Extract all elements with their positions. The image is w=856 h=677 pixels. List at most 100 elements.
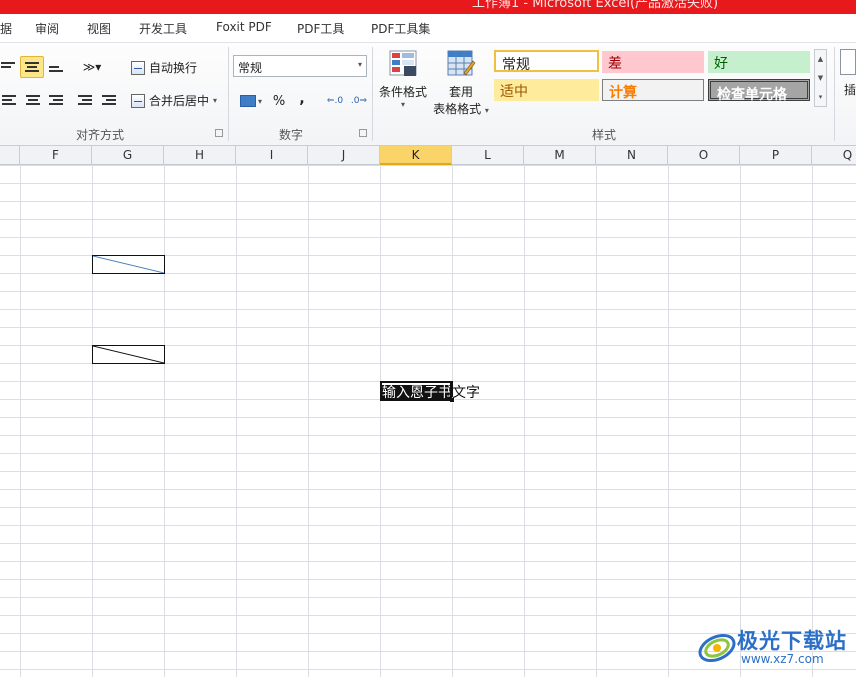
cell-text[interactable]: 输入恩子书文字 [382,382,480,402]
text-orientation-icon: ≫▾ [82,60,102,74]
alignment-group-label: 对齐方式 [76,128,125,142]
column-header-f[interactable]: F [20,146,92,165]
increase-indent-icon [102,95,116,105]
column-header-h[interactable]: H [164,146,236,165]
insert-label: 插 [843,83,856,97]
style-check-cell-label: 检查单元格 [717,87,787,103]
title-bar: 工作簿1 - Microsoft Excel(产品激活失败) [0,0,856,14]
column-header-n[interactable]: N [596,146,668,165]
column-header-q[interactable]: Q [812,146,856,165]
group-divider [834,47,835,141]
increase-indent-button[interactable] [100,90,118,110]
style-good[interactable]: 好 [708,51,810,73]
conditional-format-button[interactable]: 条件格式 ▾ [376,49,430,109]
tab-review[interactable]: 审阅 [35,20,59,37]
number-launcher-icon[interactable] [359,129,367,137]
tab-developer[interactable]: 开发工具 [139,20,187,37]
number-format-select[interactable]: 常规 ▾ [233,55,367,77]
window-title: 工作簿1 - Microsoft Excel(产品激活失败) [472,0,719,11]
decrease-decimal-button[interactable]: .0⇒ [348,91,370,111]
wrap-text-label: 自动换行 [149,61,198,75]
column-header-m[interactable]: M [524,146,596,165]
style-bad[interactable]: 差 [602,51,704,73]
style-bad-label: 差 [608,56,622,72]
percent-button[interactable]: % [270,91,288,111]
align-left-icon [2,95,16,105]
increase-decimal-button[interactable]: ⇐.0 [324,91,346,111]
tab-view[interactable]: 视图 [87,20,111,37]
tab-data[interactable]: 据 [0,20,12,37]
alignment-launcher-icon[interactable] [215,129,223,137]
diagonal-line-icon [92,345,165,364]
align-middle-icon [25,62,39,72]
align-top-button[interactable] [0,57,16,77]
table-format-label-2: 表格格式 [433,102,482,116]
watermark-title: 极光下载站 [737,629,847,653]
wrap-text-icon [131,60,145,75]
style-gallery-scroll[interactable]: ▲ ▼ ▾ [814,49,827,107]
chevron-down-icon: ▾ [213,96,218,105]
column-header-j[interactable]: J [308,146,380,165]
align-left-button[interactable] [0,90,18,110]
group-divider [372,47,373,141]
worksheet-grid[interactable] [0,165,856,677]
ribbon: ≫▾ 自动换行 合并后居中 ▾ 对齐方式 常规 ▾ ▾ % , ⇐.0 .0⇒ … [0,43,856,146]
format-as-table-button[interactable]: 套用 表格格式 ▾ [432,49,490,117]
column-header-g[interactable]: G [92,146,164,165]
diagonal-cell-blue[interactable] [92,255,165,274]
chevron-down-icon: ▾ [357,60,362,69]
tab-foxit-pdf[interactable]: Foxit PDF [216,20,272,34]
more-icon[interactable]: ▾ [819,93,823,101]
column-header-l[interactable]: L [452,146,524,165]
align-center-icon [26,95,40,105]
watermark: 极光下载站 www.xz7.com [697,622,853,674]
decrease-decimal-icon: .0⇒ [350,96,368,106]
align-top-icon [1,62,15,72]
insert-cells-icon [840,49,856,75]
scroll-down-icon[interactable]: ▼ [818,74,823,82]
style-normal-label: 常规 [502,57,530,73]
column-header-p[interactable]: P [740,146,812,165]
diagonal-cell-black[interactable] [92,345,165,364]
merge-center-button[interactable]: 合并后居中 ▾ [131,92,217,109]
column-header-k[interactable]: K [380,146,452,165]
watermark-url: www.xz7.com [741,652,824,666]
insert-button[interactable]: 插 [840,49,856,98]
style-neutral-label: 适中 [500,84,528,100]
align-bottom-button[interactable] [47,57,65,77]
ribbon-tabs: 据 审阅 视图 开发工具 Foxit PDF PDF工具 PDF工具集 [0,14,856,43]
column-header-edge[interactable] [0,146,20,165]
scroll-up-icon[interactable]: ▲ [818,55,823,63]
wrap-text-button[interactable]: 自动换行 [131,59,197,76]
tab-pdf-toolset[interactable]: PDF工具集 [371,20,430,37]
conditional-format-icon [388,49,418,79]
style-normal[interactable]: 常规 [494,50,599,73]
style-calculation-label: 计算 [609,85,637,101]
comma-button[interactable]: , [294,89,310,109]
merge-center-label: 合并后居中 [149,94,210,108]
text-cursor [450,382,452,398]
align-middle-button[interactable] [20,56,44,78]
number-group-label: 数字 [279,128,304,142]
style-check-cell[interactable]: 检查单元格 [708,79,810,103]
conditional-format-label: 条件格式 [378,85,427,99]
chevron-down-icon: ▾ [484,106,489,115]
column-header-o[interactable]: O [668,146,740,165]
group-divider [228,47,229,141]
align-right-button[interactable] [47,90,65,110]
style-calculation[interactable]: 计算 [602,79,704,101]
comma-label: , [299,91,305,107]
style-neutral[interactable]: 适中 [494,79,599,101]
table-format-label-1: 套用 [448,85,473,99]
orientation-button[interactable]: ≫▾ [79,57,105,77]
accounting-format-button[interactable]: ▾ [236,91,266,111]
increase-decimal-icon: ⇐.0 [326,96,344,106]
tab-pdf-tools[interactable]: PDF工具 [297,20,344,37]
column-header-i[interactable]: I [236,146,308,165]
diagonal-line-icon [92,255,165,274]
number-format-value: 常规 [238,61,263,75]
align-center-button[interactable] [24,90,42,110]
cell-text-selected: 输入恩子书 [382,385,452,401]
column-header-row: F G H I J K L M N O P Q [0,146,856,165]
decrease-indent-button[interactable] [76,90,94,110]
